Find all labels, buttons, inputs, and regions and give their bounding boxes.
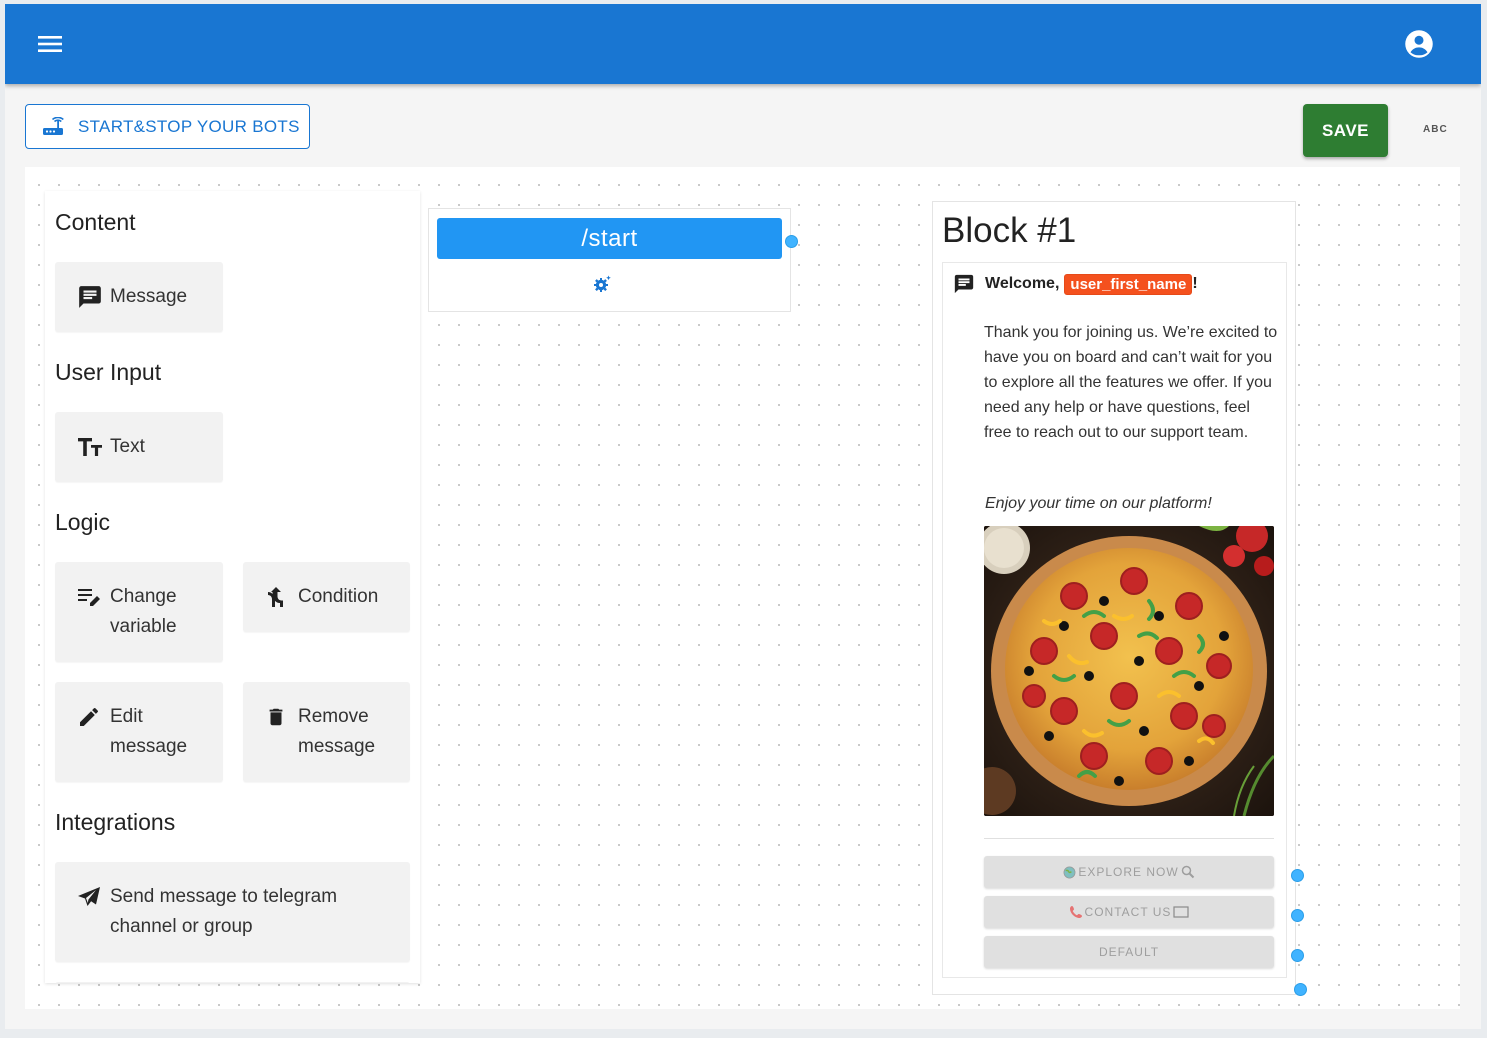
start-stop-bots-button[interactable]: START&STOP YOUR BOTS [25,104,310,149]
block-output-connector[interactable] [1294,983,1307,996]
flow-canvas[interactable]: Content Message User Input Text Logic Ch [25,167,1460,1009]
gear-icon[interactable] [593,275,613,298]
message-closing: Enjoy your time on our platform! [985,495,1212,512]
pizza-photo [984,526,1274,816]
text-fields-icon [77,432,110,462]
palette-item-label: Send message to telegram channel or grou… [110,886,338,937]
palette-item-partial[interactable] [55,982,410,983]
inline-button-default[interactable]: DEFAULT [984,936,1274,968]
palette-item-label: Remove message [298,706,376,757]
section-title-content: Content [55,209,136,235]
greeting-end: ! [1192,275,1198,292]
inline-button-label: EXPLORE NOW [1078,865,1179,879]
palette-item-edit-message[interactable]: Edit message [55,682,223,782]
button-connector-contact-us[interactable] [1291,909,1304,922]
top-app-bar [5,4,1481,84]
edit-note-icon [77,582,110,612]
router-icon [42,116,64,137]
palette-item-send-telegram[interactable]: Send message to telegram channel or grou… [55,862,410,962]
palette-item-label: Condition [298,586,379,607]
greeting-text: Welcome, [985,275,1060,292]
pencil-icon [77,702,110,732]
palette-item-condition[interactable]: Condition [243,562,410,632]
section-title-user-input: User Input [55,359,162,385]
palette-item-message[interactable]: Message [55,262,223,332]
section-title-logic: Logic [55,509,110,535]
globe-icon [1063,866,1076,879]
inline-button-label: DEFAULT [1098,945,1160,959]
palette-item-label: Message [110,286,188,307]
message-card[interactable]: Welcome, user_first_name ! Thank you for… [942,262,1287,978]
inline-button-explore-now[interactable]: EXPLORE NOW [984,856,1274,888]
envelope-icon [1173,906,1190,918]
send-icon [77,882,110,912]
palette-item-label: Text [110,436,145,457]
account-circle-icon[interactable] [1404,29,1434,59]
palette-item-change-variable[interactable]: Change variable [55,562,223,662]
variable-chip[interactable]: user_first_name [1064,273,1193,295]
button-connector-explore-now[interactable] [1291,869,1304,882]
start-node-output-connector[interactable] [785,235,798,248]
block-palette: Content Message User Input Text Logic Ch [45,191,420,983]
telephone-icon [1069,905,1083,919]
app-window: START&STOP YOUR BOTS SAVE ABC Content Me… [5,4,1481,1029]
message-icon [77,282,110,312]
trash-icon [265,702,298,732]
menu-icon[interactable] [33,28,67,60]
palette-item-remove-message[interactable]: Remove message [243,682,410,782]
section-title-integrations: Integrations [55,809,176,835]
fork-icon [265,582,298,612]
inline-button-contact-us[interactable]: CONTACT US [984,896,1274,928]
button-connector-default[interactable] [1291,949,1304,962]
palette-item-label: Edit message [110,706,188,757]
palette-item-label: Change variable [110,586,177,637]
message-icon [953,273,975,295]
keyboard-divider [984,838,1274,839]
palette-item-text[interactable]: Text [55,412,223,482]
message-header: Welcome, user_first_name ! [953,273,1198,295]
magnifier-icon [1181,865,1195,879]
save-button[interactable]: SAVE [1303,104,1388,157]
inline-button-label: CONTACT US [1084,905,1172,919]
start-node[interactable]: /start [428,208,791,312]
message-body: Thank you for joining us. We’re excited … [984,324,1278,441]
start-command[interactable]: /start [437,218,782,259]
block-title: Block #1 [942,211,1077,250]
flow-block[interactable]: Block #1 Welcome, user_first_name ! Than… [932,201,1296,995]
spellcheck-button[interactable]: ABC [1423,124,1448,135]
start-stop-bots-label: START&STOP YOUR BOTS [78,116,300,136]
